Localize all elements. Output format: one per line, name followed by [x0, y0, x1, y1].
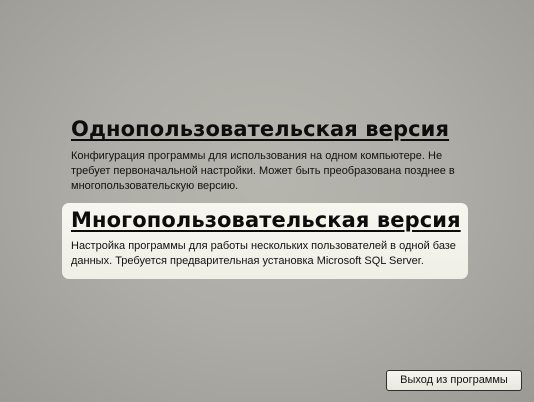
- single-user-title[interactable]: Однопользовательская версия: [71, 115, 460, 143]
- multi-user-title[interactable]: Многопользовательская версия: [71, 206, 461, 234]
- setup-screen: { "options": { "single_user": { "title":…: [0, 0, 534, 402]
- multi-user-option[interactable]: Многопользовательская версия Настройка п…: [62, 203, 468, 279]
- exit-button[interactable]: Выход из программы: [386, 370, 522, 391]
- single-user-option[interactable]: Однопользовательская версия Конфигурация…: [62, 112, 468, 192]
- single-user-description: Конфигурация программы для использования…: [71, 150, 455, 192]
- multi-user-description: Настройка программы для работы нескольки…: [71, 240, 456, 267]
